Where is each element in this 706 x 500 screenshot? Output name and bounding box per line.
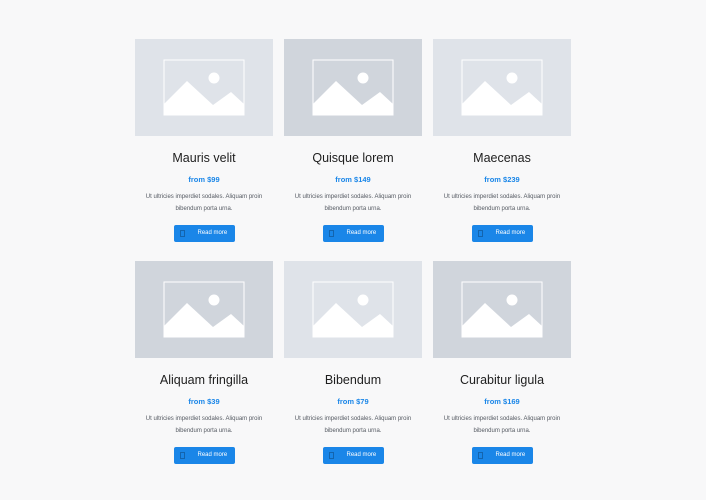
card-image[interactable] xyxy=(433,39,571,136)
document-icon xyxy=(328,452,334,459)
read-more-label: Read more xyxy=(346,452,377,458)
read-more-label: Read more xyxy=(197,452,228,458)
card-price: from $99 xyxy=(188,175,220,184)
card-image[interactable] xyxy=(284,39,422,136)
card-description: Ut ultricies imperdiet sodales. Aliquam … xyxy=(294,416,412,434)
card-price: from $79 xyxy=(337,397,369,406)
document-icon xyxy=(477,452,483,459)
read-more-label: Read more xyxy=(346,230,377,236)
read-more-button[interactable]: Read more xyxy=(322,447,384,464)
document-icon xyxy=(328,230,334,237)
card-price: from $149 xyxy=(335,175,371,184)
image-placeholder-icon xyxy=(461,281,543,338)
product-card-grid: Mauris velit from $99 Ut ultricies imper… xyxy=(135,39,571,483)
card-image[interactable] xyxy=(135,261,273,358)
card-description: Ut ultricies imperdiet sodales. Aliquam … xyxy=(145,194,263,212)
card-description: Ut ultricies imperdiet sodales. Aliquam … xyxy=(443,194,561,212)
read-more-button[interactable]: Read more xyxy=(173,225,235,242)
product-card: Aliquam fringilla from $39 Ut ultricies … xyxy=(135,261,273,483)
document-icon xyxy=(477,230,483,237)
card-price: from $39 xyxy=(188,397,220,406)
image-placeholder-icon xyxy=(163,281,245,338)
card-title: Mauris velit xyxy=(172,151,236,165)
read-more-button[interactable]: Read more xyxy=(322,225,384,242)
card-title: Aliquam fringilla xyxy=(159,373,249,387)
card-price: from $239 xyxy=(484,175,520,184)
document-icon xyxy=(179,230,185,237)
card-image[interactable] xyxy=(135,39,273,136)
card-description: Ut ultricies imperdiet sodales. Aliquam … xyxy=(294,194,412,212)
card-title: Curabitur ligula xyxy=(459,373,545,387)
card-title: Bibendum xyxy=(324,373,382,387)
card-title: Maecenas xyxy=(473,151,531,165)
image-placeholder-icon xyxy=(461,59,543,116)
document-icon xyxy=(179,452,185,459)
read-more-button[interactable]: Read more xyxy=(471,225,533,242)
image-placeholder-icon xyxy=(312,59,394,116)
product-card: Quisque lorem from $149 Ut ultricies imp… xyxy=(284,39,422,261)
card-title: Quisque lorem xyxy=(312,151,394,165)
image-placeholder-icon xyxy=(163,59,245,116)
product-card: Maecenas from $239 Ut ultricies imperdie… xyxy=(433,39,571,261)
product-card: Mauris velit from $99 Ut ultricies imper… xyxy=(135,39,273,261)
image-placeholder-icon xyxy=(312,281,394,338)
read-more-label: Read more xyxy=(495,230,526,236)
card-description: Ut ultricies imperdiet sodales. Aliquam … xyxy=(443,416,561,434)
card-image[interactable] xyxy=(284,261,422,358)
read-more-button[interactable]: Read more xyxy=(173,447,235,464)
card-description: Ut ultricies imperdiet sodales. Aliquam … xyxy=(145,416,263,434)
card-price: from $169 xyxy=(484,397,520,406)
card-image[interactable] xyxy=(433,261,571,358)
read-more-label: Read more xyxy=(495,452,526,458)
product-card: Curabitur ligula from $169 Ut ultricies … xyxy=(433,261,571,483)
read-more-button[interactable]: Read more xyxy=(471,447,533,464)
product-card: Bibendum from $79 Ut ultricies imperdiet… xyxy=(284,261,422,483)
read-more-label: Read more xyxy=(197,230,228,236)
